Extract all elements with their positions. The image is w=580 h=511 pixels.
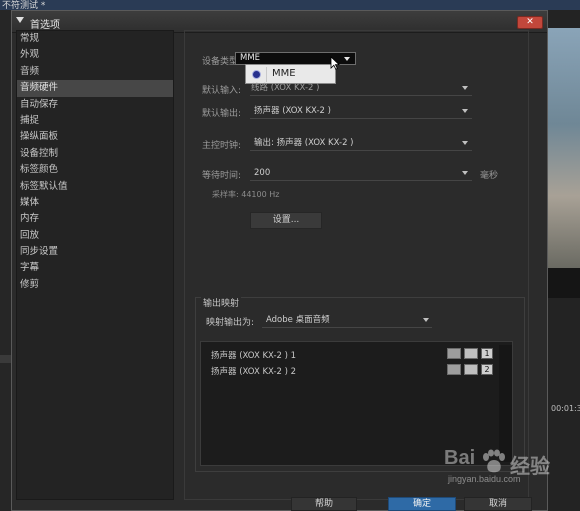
latency-unit: 毫秒 bbox=[480, 171, 499, 181]
mapping-row-1[interactable]: 扬声器 (XOX KX-2 ) 1 bbox=[211, 349, 296, 361]
sidebar-item[interactable]: 常规 bbox=[17, 31, 173, 47]
divider bbox=[250, 95, 472, 96]
device-type-value: MME bbox=[240, 53, 261, 63]
map-output-to-label: 映射输出为: bbox=[206, 318, 255, 328]
baidu-watermark: Bai 经验 jingyan.baidu.com bbox=[444, 447, 580, 511]
chevron-down-icon bbox=[462, 109, 468, 113]
sidebar-item[interactable]: 外观 bbox=[17, 47, 173, 63]
sidebar-item[interactable]: 回放 bbox=[17, 228, 173, 244]
latency-select[interactable]: 200 bbox=[254, 166, 270, 180]
background-timecode: 00:01:3 bbox=[551, 404, 580, 413]
background-title-bar: 不符测试 * bbox=[0, 0, 580, 11]
sidebar-list: 常规 外观 音频 音频硬件 自动保存 捕捉 操纵面板 设备控制 标签颜色 标签默认值 媒体 内存 回放同… bbox=[17, 31, 173, 293]
sidebar-item[interactable]: 捕捉 bbox=[17, 113, 173, 129]
sidebar-item[interactable]: 媒体 bbox=[17, 195, 173, 211]
chevron-down-icon bbox=[462, 141, 468, 145]
default-input-label: 默认输入: bbox=[202, 86, 242, 96]
app-icon bbox=[16, 17, 24, 23]
close-button[interactable]: ✕ bbox=[517, 16, 543, 29]
watermark-url: jingyan.baidu.com bbox=[448, 474, 521, 484]
sidebar-item[interactable]: 标签颜色 bbox=[17, 162, 173, 178]
dialog-title: 首选项 bbox=[30, 20, 60, 31]
radio-selected-icon bbox=[253, 71, 260, 78]
baidu-paw-icon bbox=[483, 449, 505, 473]
mouse-cursor-icon bbox=[330, 56, 340, 70]
mapping-row-2[interactable]: 扬声器 (XOX KX-2 ) 2 bbox=[211, 365, 296, 377]
channel-number-badge[interactable]: 1 bbox=[481, 348, 493, 359]
sidebar-item[interactable]: 修剪 bbox=[17, 277, 173, 293]
default-output-select[interactable]: 扬声器 (XOX KX-2 ) bbox=[254, 104, 331, 118]
divider bbox=[250, 150, 472, 151]
sidebar-item[interactable]: 操纵面板 bbox=[17, 129, 173, 145]
sidebar-item[interactable]: 同步设置 bbox=[17, 244, 173, 260]
chevron-down-icon bbox=[344, 57, 350, 61]
default-output-label: 默认输出: bbox=[202, 109, 242, 119]
help-button[interactable]: 帮助 bbox=[291, 497, 357, 511]
speaker-channel-icon[interactable] bbox=[464, 348, 478, 359]
baidu-brand-text: Bai bbox=[444, 447, 476, 469]
sidebar-item[interactable]: 音频硬件 bbox=[17, 80, 173, 97]
background-preview-controls bbox=[546, 268, 580, 298]
speaker-channel-icon[interactable] bbox=[447, 348, 461, 359]
dropdown-option-mme[interactable]: MME bbox=[272, 68, 296, 79]
channel-number-badge[interactable]: 2 bbox=[481, 364, 493, 375]
sidebar-item[interactable]: 标签默认值 bbox=[17, 179, 173, 195]
close-icon: ✕ bbox=[526, 17, 534, 27]
chevron-down-icon bbox=[423, 318, 429, 322]
sample-rate-text: 采样率: 44100 Hz bbox=[212, 190, 280, 199]
mapping-scrollbar[interactable] bbox=[499, 345, 512, 462]
divider bbox=[250, 118, 472, 119]
latency-label: 等待时间: bbox=[202, 171, 242, 181]
output-mapping-title: 输出映射 bbox=[201, 296, 242, 309]
master-clock-label: 主控时钟: bbox=[202, 141, 242, 151]
divider bbox=[262, 327, 432, 328]
sidebar-item[interactable]: 内存 bbox=[17, 211, 173, 227]
default-input-select[interactable]: 线路 (XOX KX-2 ) bbox=[251, 81, 319, 95]
background-video-preview bbox=[546, 28, 580, 268]
master-clock-select[interactable]: 输出: 扬声器 (XOX KX-2 ) bbox=[254, 136, 354, 150]
chevron-down-icon bbox=[462, 86, 468, 90]
divider bbox=[250, 180, 472, 181]
preferences-sidebar: 常规 外观 音频 音频硬件 自动保存 捕捉 操纵面板 设备控制 标签颜色 标签默认值 媒体 内存 回放同… bbox=[16, 30, 174, 500]
map-output-to-select[interactable]: Adobe 桌面音频 bbox=[266, 313, 330, 327]
sidebar-item[interactable]: 字幕 bbox=[17, 260, 173, 276]
chevron-down-icon bbox=[462, 171, 468, 175]
speaker-channel-icon[interactable] bbox=[464, 364, 478, 375]
sidebar-item[interactable]: 设备控制 bbox=[17, 146, 173, 162]
dropdown-separator bbox=[266, 67, 267, 82]
speaker-channel-icon[interactable] bbox=[447, 364, 461, 375]
sidebar-item[interactable]: 音频 bbox=[17, 64, 173, 80]
settings-button[interactable]: 设置... bbox=[250, 212, 322, 229]
sidebar-item[interactable]: 自动保存 bbox=[17, 97, 173, 113]
